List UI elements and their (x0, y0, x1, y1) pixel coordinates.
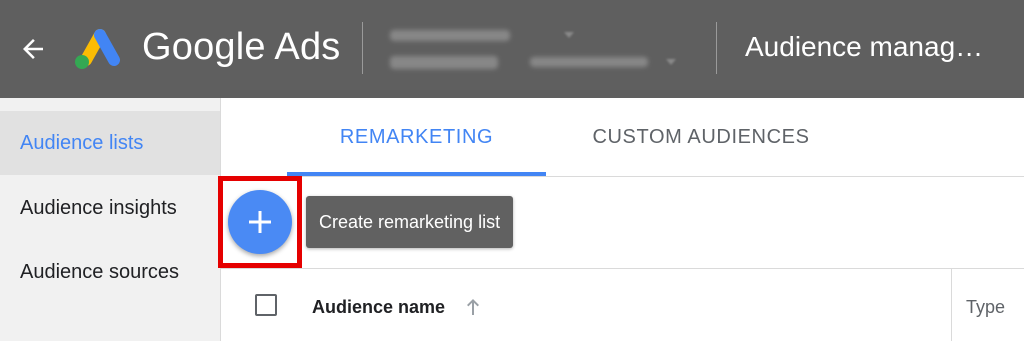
sidebar-item-audience-lists[interactable]: Audience lists (0, 111, 220, 175)
brand-title: Google Ads (142, 26, 341, 68)
blurred-account-id (530, 57, 648, 67)
sidebar-item-audience-insights[interactable]: Audience insights (0, 176, 220, 240)
column-header-type[interactable]: Type (966, 292, 1005, 322)
top-app-bar: Google Ads Audience manag… (0, 0, 1024, 98)
table-divider (221, 268, 1024, 269)
select-all-checkbox[interactable] (255, 294, 277, 316)
sidebar-item-audience-sources[interactable]: Audience sources (0, 240, 220, 304)
blurred-account-name (390, 30, 510, 41)
chevron-down-icon (666, 59, 676, 65)
tab-custom-audiences[interactable]: CUSTOM AUDIENCES (581, 98, 821, 176)
sidebar: Audience lists Audience insights Audienc… (0, 98, 221, 341)
column-divider (951, 268, 952, 341)
plus-icon (249, 211, 271, 233)
blurred-account-sub (390, 56, 498, 69)
google-ads-logo-icon (75, 29, 120, 69)
column-header-audience-name[interactable]: Audience name (312, 292, 445, 322)
fab-tooltip: Create remarketing list (306, 196, 514, 248)
add-remarketing-list-button[interactable] (228, 190, 292, 254)
arrow-left-icon[interactable] (18, 34, 48, 64)
page-title: Audience manag… (745, 31, 984, 62)
tab-remarketing[interactable]: REMARKETING (287, 98, 546, 176)
header-divider (362, 22, 363, 74)
arrow-up-icon[interactable] (464, 297, 482, 317)
active-tab-indicator (287, 172, 546, 176)
chevron-down-icon (564, 32, 574, 38)
header-divider (716, 22, 717, 74)
account-selector-blurred[interactable] (388, 24, 688, 76)
tab-bar: REMARKETING CUSTOM AUDIENCES (221, 98, 1024, 177)
